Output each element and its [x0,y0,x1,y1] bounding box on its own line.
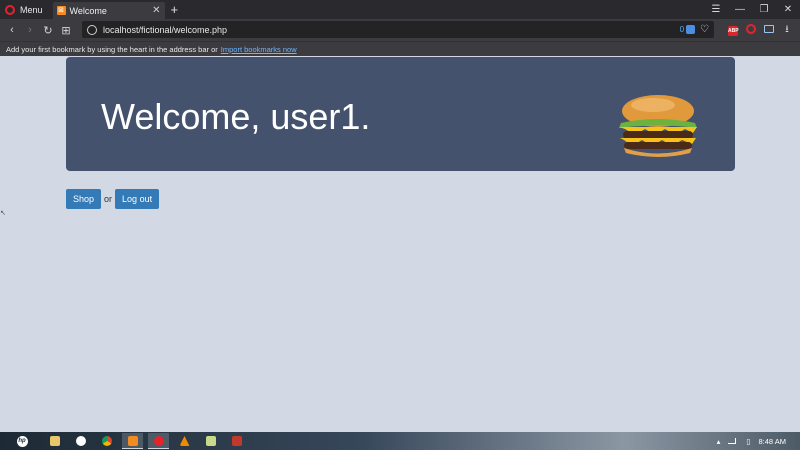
taskbar-chrome[interactable] [96,433,117,449]
welcome-heading: Welcome, user1. [101,96,371,137]
new-tab-button[interactable]: + [171,0,179,19]
minimize-icon[interactable]: — [728,4,752,15]
tab-close-icon[interactable]: ✕ [152,5,160,16]
reload-icon[interactable]: ↻ [39,24,57,37]
welcome-jumbotron: Welcome, user1. [66,57,735,171]
abp-icon: ABP [728,25,739,36]
opera-logo-icon [5,4,15,15]
forward-arrow-icon[interactable]: › [21,24,39,36]
url-text[interactable]: localhost/fictional/welcome.php [103,25,680,35]
import-bookmarks-link[interactable]: Import bookmarks now [221,45,297,54]
taskbar-xampp[interactable] [122,433,143,449]
menu-label: Menu [20,4,43,15]
vpn-icon [764,25,774,33]
adblock-count: 0 [679,25,685,34]
download-icon: ⭳ [785,23,789,35]
adblock-plus-extension[interactable]: ABP [724,25,742,36]
burger-image [619,95,697,157]
extension-icons: ABP ⭳ [724,19,800,41]
mouse-cursor-icon: ↖ [0,210,6,217]
bookmark-prompt: Add your first bookmark by using the hea… [6,44,218,54]
taskbar-app-red[interactable] [226,433,247,449]
download-button[interactable]: ⭳ [778,22,796,39]
opera-menu-button[interactable]: Menu [0,0,49,19]
notepad-icon [205,436,216,446]
globe-icon [87,24,97,35]
bookmark-bar: Add your first bookmark by using the hea… [0,41,800,56]
chrome-icon [101,436,112,446]
action-buttons: Shop or Log out [66,189,160,209]
tab-welcome[interactable]: ⊠ Welcome ✕ [52,2,165,19]
taskbar-file-explorer[interactable] [44,433,65,449]
system-tray: ▴ ▯ 8:48 AM [717,432,800,450]
or-text: or [104,194,113,204]
file-explorer-icon [49,436,60,446]
back-arrow-icon[interactable]: ‹ [3,24,21,36]
opera-gx-icon [75,436,86,446]
windows-taskbar: hp ▴ ▯ 8:48 AM [0,432,800,450]
start-button[interactable]: hp [0,432,44,450]
heart-icon[interactable]: ♡ [700,24,709,35]
vlc-icon [179,436,190,446]
red-app-icon [231,436,242,446]
tab-title: Welcome [69,5,107,16]
browser-navbar: ‹ › ↻ ⊞ localhost/fictional/welcome.php … [0,19,800,41]
address-bar[interactable]: localhost/fictional/welcome.php 0 ♡ [82,21,714,38]
taskbar-notepad[interactable] [200,433,221,449]
xampp-icon [127,435,138,446]
opera-icon [153,435,164,446]
vpn-extension[interactable] [760,25,778,35]
speed-dial-grid-icon[interactable]: ⊞ [57,24,75,37]
hp-logo-icon: hp [16,435,28,447]
opera-extension[interactable] [742,24,760,36]
logout-button[interactable]: Log out [115,189,160,209]
browser-titlebar: Menu ⊠ Welcome ✕ + ☰ — ❐ ✕ [0,0,800,19]
adblock-shield-icon[interactable] [686,25,696,34]
restore-icon[interactable]: ❐ [752,4,776,15]
close-window-icon[interactable]: ✕ [776,4,800,15]
taskbar-opera[interactable] [148,433,169,449]
shop-button[interactable]: Shop [66,189,102,209]
tray-expand-icon[interactable]: ▴ [717,437,721,446]
easy-setup-icon[interactable]: ☰ [704,4,728,15]
taskbar-vlc[interactable] [174,433,195,449]
opera-red-icon [746,24,756,34]
network-signal-icon[interactable] [728,438,737,444]
taskbar-opera-gx[interactable] [70,433,91,449]
volume-icon[interactable]: ▯ [746,437,750,446]
window-controls: ☰ — ❐ ✕ [704,0,800,19]
taskbar-clock[interactable]: 8:48 AM [758,437,786,446]
xampp-favicon-icon: ⊠ [56,6,66,15]
